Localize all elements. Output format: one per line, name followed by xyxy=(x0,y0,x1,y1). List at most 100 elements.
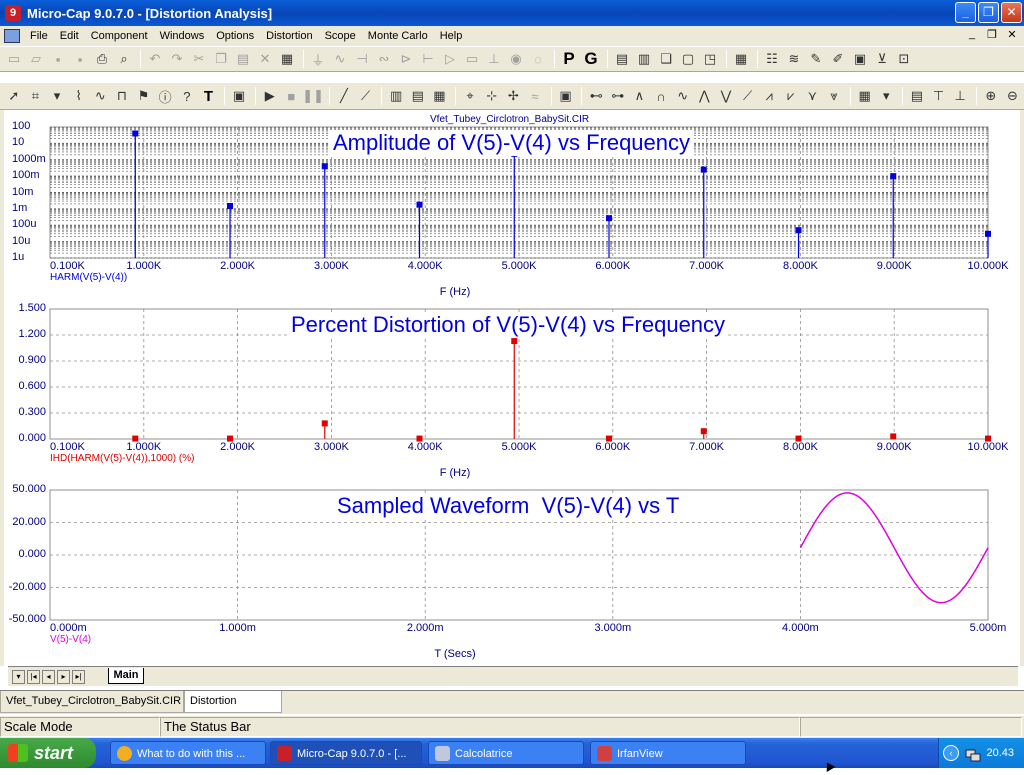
x-axis-label: F (Hz) xyxy=(439,467,471,479)
task-irfanview-label: IrfanView xyxy=(617,748,663,760)
plot-title: Amplitude of V(5)-V(4) vs Frequency xyxy=(330,130,694,156)
y-expression-label: HARM(V(5)-V(4)) xyxy=(50,272,128,283)
x-axis-label: F (Hz) xyxy=(439,286,471,298)
task-browser-label: What to do with this ... xyxy=(137,748,246,760)
x-tick-label: 0.000m xyxy=(50,622,87,634)
data-point xyxy=(795,227,802,234)
y-tick-label: 50.000 xyxy=(12,483,46,495)
chrome-icon xyxy=(117,746,132,761)
plot-title: Percent Distortion of V(5)-V(4) vs Frequ… xyxy=(288,312,729,338)
y-tick-label: 0.000 xyxy=(18,432,46,444)
x-tick-label: 6.000K xyxy=(595,441,631,453)
status-extra xyxy=(800,717,1022,737)
x-tick-label: 5.000K xyxy=(501,260,537,272)
data-point xyxy=(606,215,613,222)
x-tick-label: 10.000K xyxy=(967,260,1009,272)
x-tick-label: 3.000m xyxy=(594,622,632,634)
y-expression-label: IHD(HARM(V(5)-V(4)),1000) (%) xyxy=(50,453,195,464)
windows-logo-icon xyxy=(8,744,28,762)
start-button[interactable]: start xyxy=(0,738,96,768)
y-tick-label: 100u xyxy=(12,218,37,231)
x-tick-label: 0.100K xyxy=(50,260,85,272)
x-tick-label: 3.000K xyxy=(313,441,349,453)
analysis-plots[interactable] xyxy=(0,0,1024,768)
x-tick-label: 1.000K xyxy=(126,441,162,453)
x-tick-label: 3.000K xyxy=(313,260,349,272)
data-point xyxy=(700,428,707,435)
document-tabs: Vfet_Tubey_Circlotron_BabySit.CIR Distor… xyxy=(0,690,1024,727)
x-tick-label: 10.000K xyxy=(967,441,1009,453)
y-tick-label: -20.000 xyxy=(8,580,46,593)
y-tick-label: 0.600 xyxy=(18,380,46,392)
data-point xyxy=(511,338,518,345)
tab-circuit[interactable]: Vfet_Tubey_Circlotron_BabySit.CIR xyxy=(0,691,184,713)
y-tick-label: 10u xyxy=(12,234,31,247)
y-tick-label: 1.500 xyxy=(18,302,46,314)
task-calculator-label: Calcolatrice xyxy=(455,748,513,760)
y-tick-label: 0.300 xyxy=(18,406,46,418)
y-tick-label: 1000m xyxy=(12,152,46,165)
irfanview-icon xyxy=(597,746,612,761)
data-point xyxy=(132,130,139,137)
x-tick-label: 8.000K xyxy=(782,260,818,272)
data-point xyxy=(890,433,897,440)
y-tick-label: 100 xyxy=(12,120,31,132)
x-tick-label: 1.000K xyxy=(126,260,162,272)
y-tick-label: -50.000 xyxy=(8,613,46,625)
x-tick-label: 1.000m xyxy=(219,622,256,634)
x-tick-label: 4.000K xyxy=(407,260,443,272)
data-point xyxy=(985,230,991,237)
page-end-button[interactable]: ▸| xyxy=(72,670,85,684)
y-tick-label: 0.000 xyxy=(18,548,46,560)
data-point xyxy=(700,166,707,173)
x-tick-label: 5.000K xyxy=(501,441,537,453)
tab-main[interactable]: Main xyxy=(108,668,144,684)
calculator-app-icon xyxy=(435,746,450,761)
data-point xyxy=(321,420,328,427)
y-tick-label: 1m xyxy=(12,201,28,214)
tray-expand-icon[interactable]: ‹ xyxy=(943,745,959,761)
system-tray: ‹ 20.43 xyxy=(938,738,1024,768)
x-tick-label: 7.000K xyxy=(689,260,725,272)
network-icon[interactable] xyxy=(965,745,981,762)
x-tick-label: 8.000K xyxy=(782,441,818,453)
windows-taskbar: start What to do with this ... Micro-Cap… xyxy=(0,738,1024,768)
next-page-button[interactable]: ▸ xyxy=(57,670,70,684)
data-point xyxy=(321,163,328,170)
task-browser[interactable]: What to do with this ... xyxy=(110,741,266,765)
microcap-icon xyxy=(277,746,292,761)
task-irfanview[interactable]: IrfanView xyxy=(590,741,746,765)
x-tick-label: 4.000K xyxy=(407,441,443,453)
y-tick-label: 10m xyxy=(12,185,34,198)
page-tab-bar: ▾ |◂ ◂ ▸ ▸| Main xyxy=(8,666,1018,686)
first-page-button[interactable]: ▾ xyxy=(12,670,25,684)
x-tick-label: 5.000m xyxy=(969,622,1007,634)
start-label: start xyxy=(34,743,74,763)
y-tick-label: 1.200 xyxy=(18,328,46,340)
y-expression-label: V(5)-V(4) xyxy=(50,634,92,645)
x-tick-label: 0.100K xyxy=(50,441,85,453)
task-calculator[interactable]: Calcolatrice xyxy=(428,741,584,765)
task-microcap[interactable]: Micro-Cap 9.0.7.0 - [... xyxy=(270,741,422,765)
x-tick-label: 4.000m xyxy=(782,622,819,634)
y-tick-label: 0.900 xyxy=(18,354,46,366)
data-point xyxy=(890,173,897,180)
x-tick-label: 2.000K xyxy=(220,441,256,453)
data-point xyxy=(227,202,234,209)
prev-page-button[interactable]: ◂ xyxy=(42,670,55,684)
page-start-button[interactable]: |◂ xyxy=(27,670,40,684)
plot-title: Sampled Waveform V(5)-V(4) vs T xyxy=(334,493,683,519)
status-mode: Scale Mode xyxy=(0,717,160,737)
status-message: The Status Bar xyxy=(160,717,800,737)
y-tick-label: 10 xyxy=(12,136,25,149)
y-tick-label: 100m xyxy=(12,169,40,182)
x-tick-label: 2.000K xyxy=(220,260,256,272)
data-point xyxy=(416,201,423,208)
x-axis-label: T (Secs) xyxy=(434,648,476,660)
task-microcap-label: Micro-Cap 9.0.7.0 - [... xyxy=(297,748,407,760)
clock[interactable]: 20.43 xyxy=(986,738,1014,768)
status-bar: Scale Mode The Status Bar xyxy=(0,716,1024,738)
x-tick-label: 6.000K xyxy=(595,260,631,272)
x-tick-label: 9.000K xyxy=(876,441,912,453)
tab-distortion-analysis[interactable]: Distortion Analysis xyxy=(184,691,282,727)
